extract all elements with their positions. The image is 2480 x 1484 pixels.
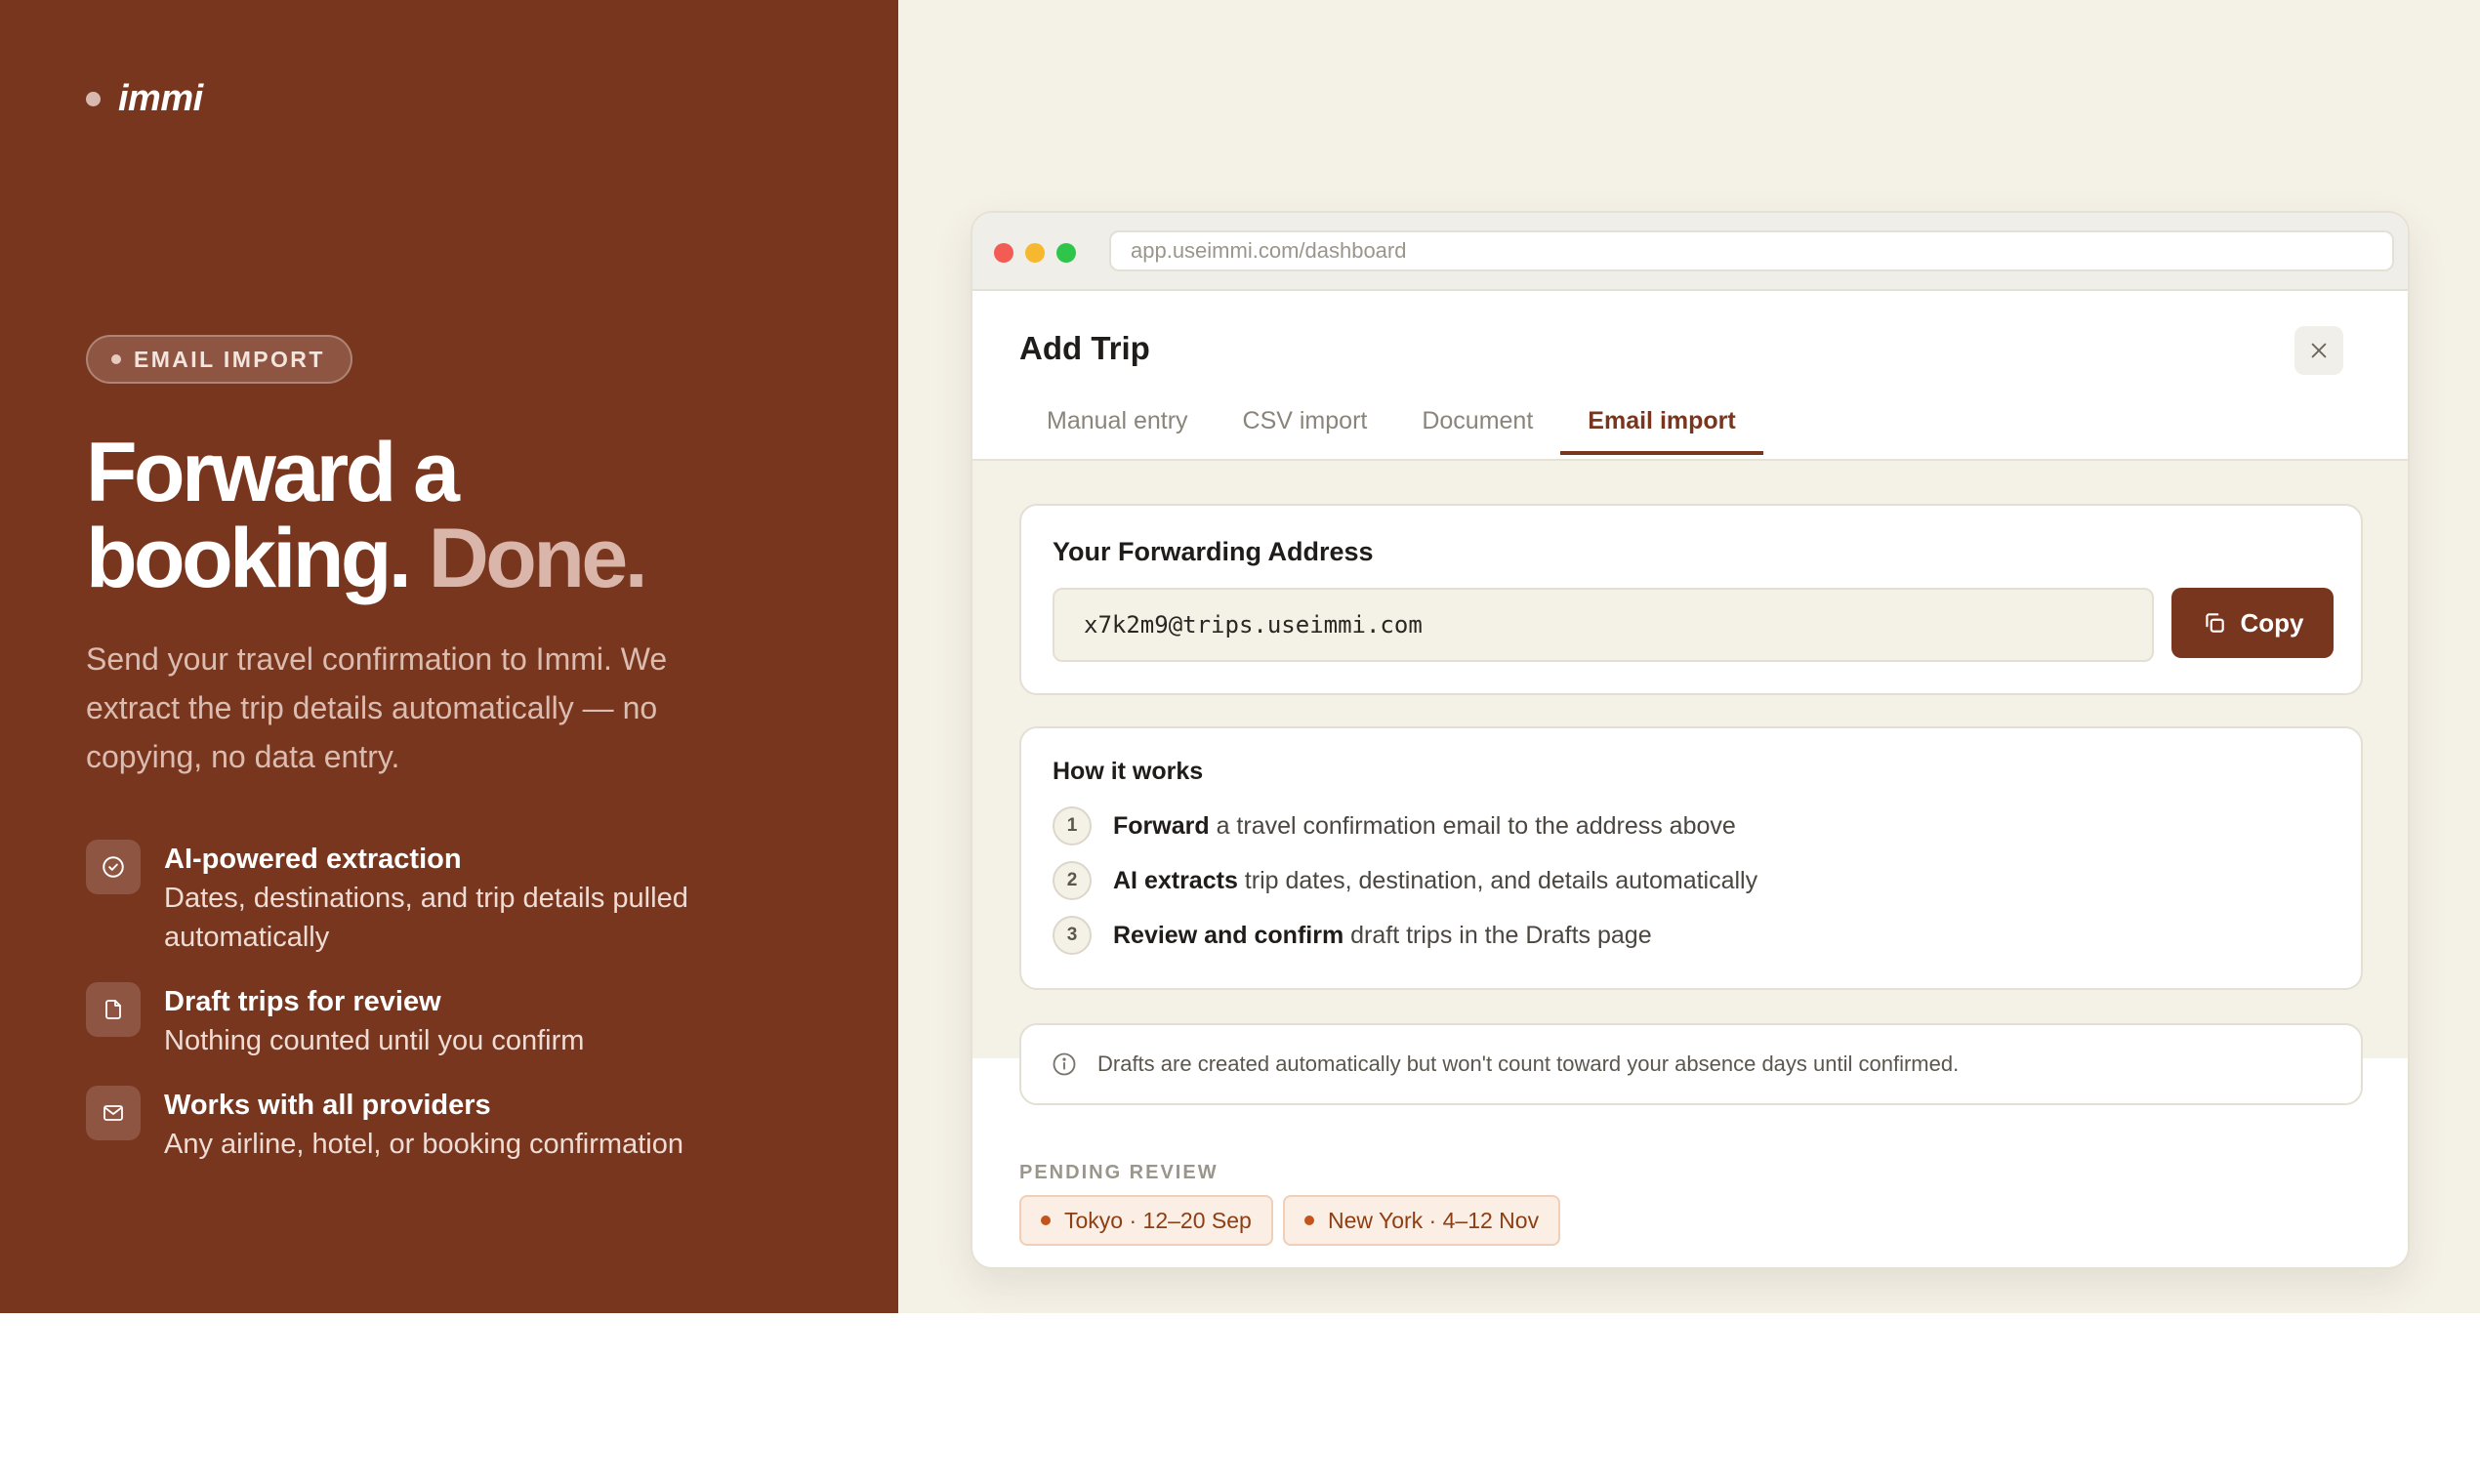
brand-logo[interactable]: immi <box>86 78 203 120</box>
feature-item: AI-powered extraction Dates, destination… <box>86 840 750 957</box>
step-rest: a travel confirmation email to the addre… <box>1209 811 1736 840</box>
feature-title: AI-powered extraction <box>164 844 462 875</box>
tab-csv-import[interactable]: CSV import <box>1216 398 1395 453</box>
brand-name: immi <box>118 78 203 119</box>
forwarding-address-field[interactable]: x7k2m9@trips.useimmi.com <box>1053 588 2154 662</box>
pill-dot-icon <box>111 354 121 364</box>
headline-accent: Done. <box>428 512 648 605</box>
step-bold: AI extracts <box>1113 866 1238 894</box>
hero-panel: immi EMAIL IMPORT Forward a booking. Don… <box>0 0 898 1313</box>
modal-title: Add Trip <box>1019 330 1150 366</box>
pending-review-label: PENDING REVIEW <box>1019 1162 1219 1183</box>
feature-title: Draft trips for review <box>164 986 441 1017</box>
section-pill: EMAIL IMPORT <box>86 335 352 384</box>
headline-line2: booking. <box>86 512 412 605</box>
step-bold: Forward <box>1113 811 1210 840</box>
hero-headline: Forward a booking. Done. <box>86 430 867 601</box>
window-maximize-dot-icon[interactable] <box>1056 243 1076 263</box>
step-item: 2 AI extracts trip dates, destination, a… <box>1053 861 1757 900</box>
copy-label: Copy <box>2240 607 2304 638</box>
step-text: Forward a travel confirmation email to t… <box>1113 812 1736 841</box>
forwarding-card: Your Forwarding Address x7k2m9@trips.use… <box>1019 504 2363 695</box>
document-icon <box>86 982 141 1037</box>
feature-item: Works with all providers Any airline, ho… <box>86 1086 683 1164</box>
tab-bar: Manual entry CSV import Document Email i… <box>1019 398 1764 455</box>
close-button[interactable] <box>2294 326 2343 375</box>
chip-dot-icon <box>1041 1216 1051 1225</box>
tab-email-import[interactable]: Email import <box>1560 398 1764 455</box>
check-circle-icon <box>86 840 141 894</box>
step-bold: Review and confirm <box>1113 921 1344 949</box>
feature-desc: Nothing counted until you confirm <box>164 1025 585 1056</box>
step-number: 2 <box>1053 861 1092 900</box>
pending-trip-chip[interactable]: New York · 4–12 Nov <box>1283 1195 1561 1246</box>
address-bar[interactable]: app.useimmi.com/dashboard <box>1109 230 2394 271</box>
info-note: Drafts are created automatically but won… <box>1019 1023 2363 1105</box>
copy-icon <box>2205 613 2224 633</box>
browser-window: app.useimmi.com/dashboard Add Trip Manua… <box>971 211 2410 1269</box>
brand-dot-icon <box>86 92 101 106</box>
headline-line1: Forward a <box>86 426 460 519</box>
chip-label: New York · 4–12 Nov <box>1328 1207 1540 1233</box>
tab-document[interactable]: Document <box>1394 398 1560 453</box>
tab-manual-entry[interactable]: Manual entry <box>1019 398 1216 453</box>
preview-panel: app.useimmi.com/dashboard Add Trip Manua… <box>898 0 2480 1313</box>
step-item: 1 Forward a travel confirmation email to… <box>1053 806 1736 845</box>
step-text: Review and confirm draft trips in the Dr… <box>1113 922 1652 950</box>
step-number: 1 <box>1053 806 1092 845</box>
feature-desc: Any airline, hotel, or booking confirmat… <box>164 1129 683 1160</box>
info-icon <box>1053 1052 1076 1076</box>
step-number: 3 <box>1053 916 1092 955</box>
how-title: How it works <box>1053 758 1204 785</box>
copy-button[interactable]: Copy <box>2171 588 2334 658</box>
how-it-works-card: How it works 1 Forward a travel confirma… <box>1019 726 2363 990</box>
window-minimize-dot-icon[interactable] <box>1025 243 1045 263</box>
feature-item: Draft trips for review Nothing counted u… <box>86 982 584 1060</box>
feature-title: Works with all providers <box>164 1090 491 1121</box>
forwarding-title: Your Forwarding Address <box>1053 537 1374 566</box>
close-icon <box>2311 343 2327 358</box>
pending-trip-chip[interactable]: Tokyo · 12–20 Sep <box>1019 1195 1273 1246</box>
pill-label: EMAIL IMPORT <box>134 346 325 372</box>
step-text: AI extracts trip dates, destination, and… <box>1113 867 1757 895</box>
hero-subtitle: Send your travel confirmation to Immi. W… <box>86 641 668 774</box>
mail-icon <box>86 1086 141 1140</box>
step-rest: draft trips in the Drafts page <box>1343 921 1652 949</box>
browser-titlebar: app.useimmi.com/dashboard <box>972 213 2408 291</box>
step-rest: trip dates, destination, and details aut… <box>1237 866 1758 894</box>
modal-content: Your Forwarding Address x7k2m9@trips.use… <box>972 461 2408 1105</box>
chip-dot-icon <box>1304 1216 1314 1225</box>
note-text: Drafts are created automatically but won… <box>1097 1051 1960 1076</box>
window-close-dot-icon[interactable] <box>994 243 1013 263</box>
feature-desc: Dates, destinations, and trip details pu… <box>164 883 688 953</box>
step-item: 3 Review and confirm draft trips in the … <box>1053 916 1652 955</box>
chip-label: Tokyo · 12–20 Sep <box>1064 1207 1252 1233</box>
